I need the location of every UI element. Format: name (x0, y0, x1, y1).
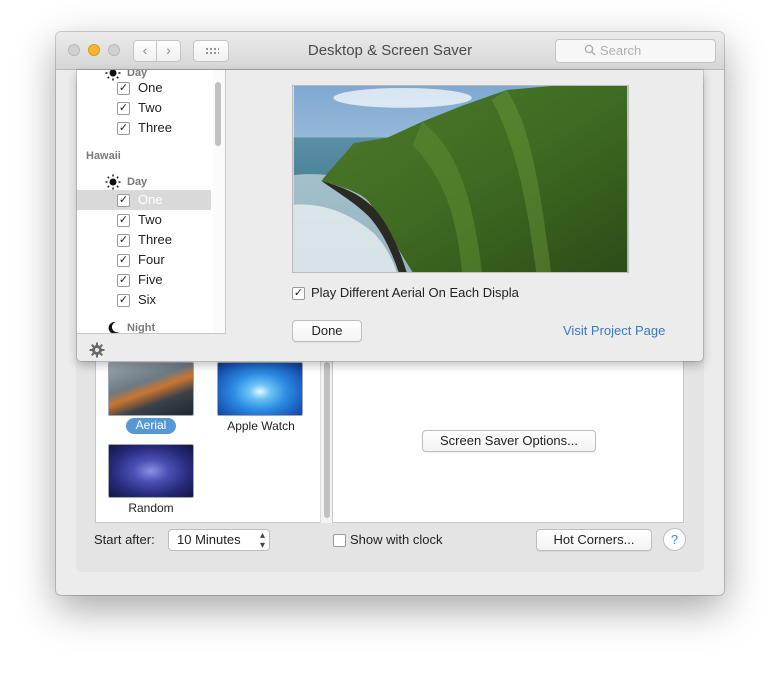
search-icon (584, 44, 596, 56)
video-list[interactable]: Day ✓ One ✓ Two ✓ Three Hawaii Day ✓ One ✓ Tw… (77, 70, 226, 334)
video-row[interactable]: ✓ Two (77, 98, 211, 118)
start-after-value: 10 Minutes (177, 532, 241, 547)
video-checkbox[interactable]: ✓ (117, 122, 130, 135)
moon-icon (108, 321, 119, 333)
video-row[interactable]: ✓ Three (77, 230, 211, 250)
hot-corners-button[interactable]: Hot Corners... (536, 529, 652, 551)
video-checkbox[interactable]: ✓ (117, 82, 130, 95)
aerial-thumbnail[interactable] (108, 362, 194, 416)
aerial-video-preview (292, 85, 629, 273)
video-checkbox[interactable]: ✓ (117, 234, 130, 247)
title-bar: ‹ › Desktop & Screen Saver Search (56, 32, 724, 70)
done-button[interactable]: Done (292, 320, 362, 342)
video-row-selected[interactable]: ✓ One (77, 190, 211, 210)
scroll-thumb[interactable] (215, 82, 221, 146)
video-row[interactable]: ✓ Four (77, 250, 211, 270)
apple-watch-thumbnail[interactable] (217, 362, 303, 416)
random-label[interactable]: Random (108, 501, 194, 515)
video-checkbox[interactable]: ✓ (117, 214, 130, 227)
preferences-window: ‹ › Desktop & Screen Saver Search Aerial… (56, 32, 724, 595)
video-list-scrollbar[interactable] (213, 70, 225, 333)
video-row[interactable]: ✓ Six (77, 290, 211, 310)
hawaii-section-header: Hawaii (86, 150, 121, 162)
start-after-label: Start after: (94, 532, 155, 547)
search-placeholder: Search (600, 43, 642, 58)
video-row[interactable]: ✓ One (77, 78, 211, 98)
start-after-select[interactable]: 10 Minutes ▴ ▾ (168, 529, 270, 551)
play-different-aerial-checkbox[interactable]: ✓ (292, 287, 305, 300)
sun-icon (105, 174, 121, 190)
screen-saver-list-scrollbar[interactable] (320, 359, 332, 523)
show-with-clock-label[interactable]: Show with clock (350, 532, 442, 547)
help-button[interactable]: ? (663, 528, 686, 551)
up-down-arrows-icon: ▴ ▾ (259, 530, 265, 551)
gear-icon[interactable] (89, 342, 105, 358)
aerial-options-sheet: Day ✓ One ✓ Two ✓ Three Hawaii Day ✓ One ✓ Tw… (77, 70, 703, 361)
video-checkbox[interactable]: ✓ (117, 274, 130, 287)
play-different-aerial-label[interactable]: Play Different Aerial On Each Displa (311, 285, 519, 300)
screen-saver-options-button[interactable]: Screen Saver Options... (422, 430, 596, 452)
apple-watch-label[interactable]: Apple Watch (217, 419, 305, 433)
video-checkbox[interactable]: ✓ (117, 294, 130, 307)
search-field[interactable]: Search (555, 39, 716, 63)
video-checkbox[interactable]: ✓ (117, 102, 130, 115)
video-checkbox[interactable]: ✓ (117, 254, 130, 267)
aerial-label[interactable]: Aerial (126, 418, 176, 434)
random-thumbnail[interactable] (108, 444, 194, 498)
video-row[interactable]: ✓ Two (77, 210, 211, 230)
scroll-thumb[interactable] (324, 362, 330, 518)
show-with-clock-checkbox[interactable] (333, 534, 346, 547)
video-row[interactable]: ✓ Three (77, 118, 211, 138)
video-checkbox[interactable]: ✓ (117, 194, 130, 207)
video-row[interactable]: ✓ Five (77, 270, 211, 290)
visit-project-page-link[interactable]: Visit Project Page (563, 323, 665, 338)
